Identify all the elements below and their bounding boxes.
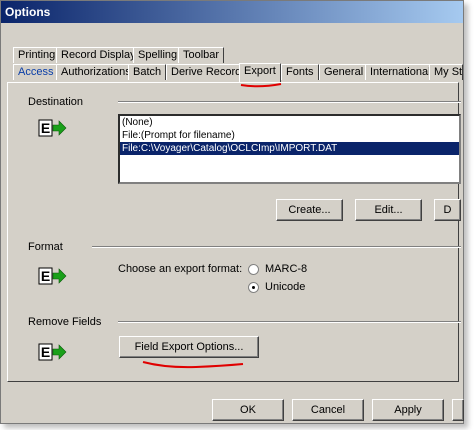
marc8-radio[interactable] (248, 264, 259, 275)
unicode-label[interactable]: Unicode (265, 281, 305, 293)
list-item[interactable]: File:C:\Voyager\Catalog\OCLCImp\IMPORT.D… (120, 142, 459, 155)
svg-text:E: E (41, 268, 50, 284)
remove-fields-label: Remove Fields (28, 316, 102, 328)
destination-label: Destination (28, 96, 84, 108)
list-item[interactable]: File:(Prompt for filename) (120, 129, 459, 142)
tab-batch[interactable]: Batch (128, 64, 167, 80)
export-icon: E (38, 267, 67, 285)
marc8-label[interactable]: MARC-8 (265, 263, 307, 275)
format-divider (92, 246, 461, 248)
delete-button[interactable]: D (434, 199, 461, 221)
unicode-radio[interactable] (248, 282, 259, 293)
export-tab-annotation (240, 83, 282, 88)
tab-my-status[interactable]: My Sta (429, 64, 463, 80)
remove-fields-divider (118, 321, 461, 323)
export-format-prompt: Choose an export format: (118, 263, 243, 275)
window-title: Options (1, 1, 463, 23)
create-button[interactable]: Create... (276, 199, 343, 221)
tab-export[interactable]: Export (239, 63, 281, 82)
destination-divider (118, 101, 461, 103)
destination-list[interactable]: (None) File:(Prompt for filename) File:C… (118, 114, 461, 184)
tab-authorizations[interactable]: Authorizations (56, 64, 136, 80)
tab-record-display[interactable]: Record Display (56, 47, 141, 63)
tab-access[interactable]: Access (13, 64, 59, 80)
tab-derive-record[interactable]: Derive Record (166, 64, 247, 80)
tab-fonts[interactable]: Fonts (281, 64, 319, 80)
field-export-options-button[interactable]: Field Export Options... (119, 336, 259, 358)
tab-toolbar[interactable]: Toolbar (178, 47, 225, 63)
help-button[interactable] (452, 399, 464, 421)
field-export-annotation (142, 361, 244, 369)
format-label: Format (28, 241, 63, 253)
tab-general[interactable]: General (319, 64, 369, 80)
cancel-button[interactable]: Cancel (292, 399, 364, 421)
tab-spelling[interactable]: Spelling (133, 47, 183, 63)
svg-text:E: E (41, 120, 50, 136)
list-item[interactable]: (None) (120, 116, 459, 129)
edit-button[interactable]: Edit... (355, 199, 422, 221)
apply-button[interactable]: Apply (372, 399, 444, 421)
ok-button[interactable]: OK (212, 399, 284, 421)
tab-international[interactable]: International (365, 64, 436, 80)
tab-printing[interactable]: Printing (13, 47, 61, 63)
svg-text:E: E (41, 344, 50, 360)
export-icon: E (38, 343, 67, 361)
options-dialog: Options Printing Record Display Spelling… (0, 0, 464, 424)
export-icon: E (38, 119, 67, 137)
